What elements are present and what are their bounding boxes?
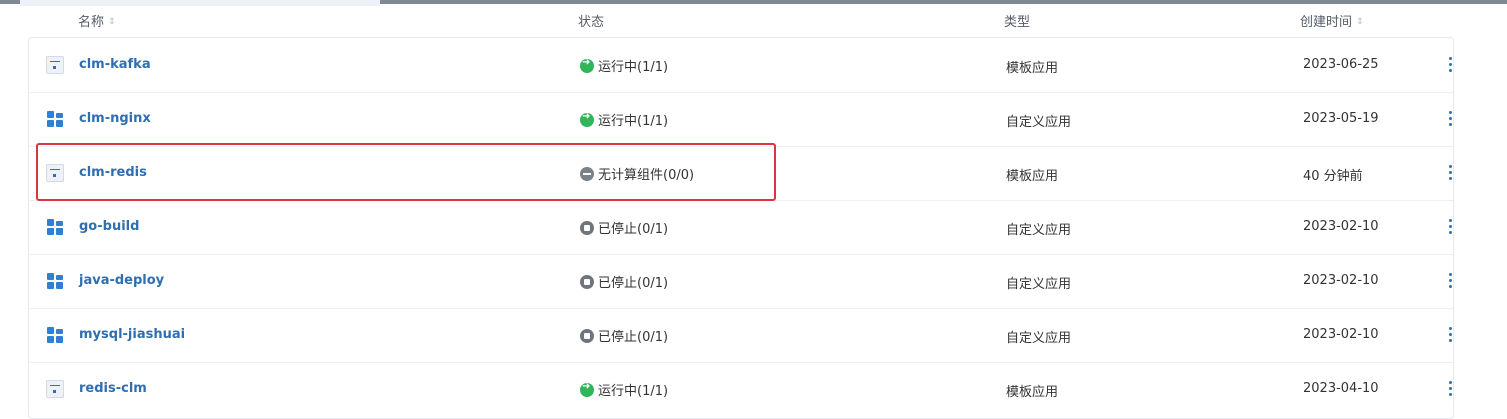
status-cell: 运行中(1/1) — [580, 110, 668, 129]
custom-app-icon — [46, 326, 64, 344]
column-header-name-label: 名称 — [78, 15, 105, 30]
created-cell: 2023-05-19 — [1303, 111, 1379, 126]
sort-icon[interactable]: ⇕ — [108, 18, 116, 27]
no-component-status-icon — [580, 167, 594, 181]
more-actions-icon[interactable] — [1443, 271, 1459, 291]
created-cell: 40 分钟前 — [1303, 169, 1363, 184]
table-row[interactable]: clm-redis 无计算组件(0/0) 模板应用 40 分钟前 — [29, 146, 1453, 201]
status-cell: 运行中(1/1) — [580, 56, 668, 75]
app-name-link[interactable]: clm-redis — [79, 165, 147, 180]
type-cell: 自定义应用 — [1006, 223, 1072, 238]
column-header-name[interactable]: 名称 ⇕ — [78, 11, 116, 30]
status-text: 运行中(1/1) — [598, 114, 669, 129]
status-text: 无计算组件(0/0) — [598, 168, 695, 183]
created-cell: 2023-02-10 — [1303, 327, 1379, 342]
app-name-link[interactable]: go-build — [79, 219, 139, 234]
status-text: 已停止(0/1) — [598, 276, 669, 291]
created-cell: 2023-02-10 — [1303, 273, 1379, 288]
status-text: 运行中(1/1) — [598, 384, 669, 399]
running-status-icon — [580, 111, 594, 127]
stopped-status-icon — [580, 221, 594, 235]
created-cell: 2023-02-10 — [1303, 219, 1379, 234]
running-status-icon — [580, 57, 594, 73]
created-cell: 2023-06-25 — [1303, 57, 1379, 72]
type-cell: 自定义应用 — [1006, 115, 1072, 130]
stopped-status-icon — [580, 329, 594, 343]
created-cell: 2023-04-10 — [1303, 381, 1379, 396]
column-header-created-label: 创建时间 — [1300, 15, 1353, 30]
more-actions-icon[interactable] — [1443, 379, 1459, 399]
column-header-status: 状态 — [578, 15, 605, 30]
table-row[interactable]: clm-nginx 运行中(1/1) 自定义应用 2023-05-19 — [29, 92, 1453, 147]
table-row[interactable]: mysql-jiashuai 已停止(0/1) 自定义应用 2023-02-10 — [29, 308, 1453, 363]
table-row[interactable]: redis-clm 运行中(1/1) 模板应用 2023-04-10 — [29, 362, 1453, 416]
more-actions-icon[interactable] — [1443, 163, 1459, 183]
table-row[interactable]: clm-kafka 运行中(1/1) 模板应用 2023-06-25 — [29, 38, 1453, 93]
running-status-icon — [580, 381, 594, 397]
stopped-status-icon — [580, 275, 594, 289]
type-cell: 自定义应用 — [1006, 277, 1072, 292]
status-cell: 已停止(0/1) — [580, 218, 668, 237]
status-cell: 无计算组件(0/0) — [580, 164, 694, 183]
app-list: clm-kafka 运行中(1/1) 模板应用 2023-06-25 clm-n… — [28, 37, 1454, 419]
template-app-icon — [46, 56, 64, 74]
status-text: 已停止(0/1) — [598, 330, 669, 345]
table-row[interactable]: go-build 已停止(0/1) 自定义应用 2023-02-10 — [29, 200, 1453, 255]
app-name-link[interactable]: clm-nginx — [79, 111, 151, 126]
custom-app-icon — [46, 110, 64, 128]
more-actions-icon[interactable] — [1443, 325, 1459, 345]
status-cell: 已停止(0/1) — [580, 272, 668, 291]
more-actions-icon[interactable] — [1443, 109, 1459, 129]
more-actions-icon[interactable] — [1443, 55, 1459, 75]
custom-app-icon — [46, 272, 64, 290]
status-cell: 运行中(1/1) — [580, 380, 668, 399]
status-text: 已停止(0/1) — [598, 222, 669, 237]
more-actions-icon[interactable] — [1443, 217, 1459, 237]
table-header: 名称 ⇕ 状态 类型 创建时间 ⇕ — [0, 4, 1507, 34]
table-row[interactable]: java-deploy 已停止(0/1) 自定义应用 2023-02-10 — [29, 254, 1453, 309]
status-text: 运行中(1/1) — [598, 60, 669, 75]
template-app-icon — [46, 164, 64, 182]
type-cell: 模板应用 — [1006, 61, 1059, 76]
type-cell: 自定义应用 — [1006, 331, 1072, 346]
type-cell: 模板应用 — [1006, 385, 1059, 400]
column-header-type: 类型 — [1004, 15, 1031, 30]
app-name-link[interactable]: redis-clm — [79, 381, 147, 396]
type-cell: 模板应用 — [1006, 169, 1059, 184]
custom-app-icon — [46, 218, 64, 236]
app-name-link[interactable]: mysql-jiashuai — [79, 327, 185, 342]
template-app-icon — [46, 380, 64, 398]
app-name-link[interactable]: clm-kafka — [79, 57, 151, 72]
app-name-link[interactable]: java-deploy — [79, 273, 164, 288]
sort-icon[interactable]: ⇕ — [1356, 18, 1364, 27]
column-header-created[interactable]: 创建时间 ⇕ — [1300, 11, 1364, 30]
status-cell: 已停止(0/1) — [580, 326, 668, 345]
